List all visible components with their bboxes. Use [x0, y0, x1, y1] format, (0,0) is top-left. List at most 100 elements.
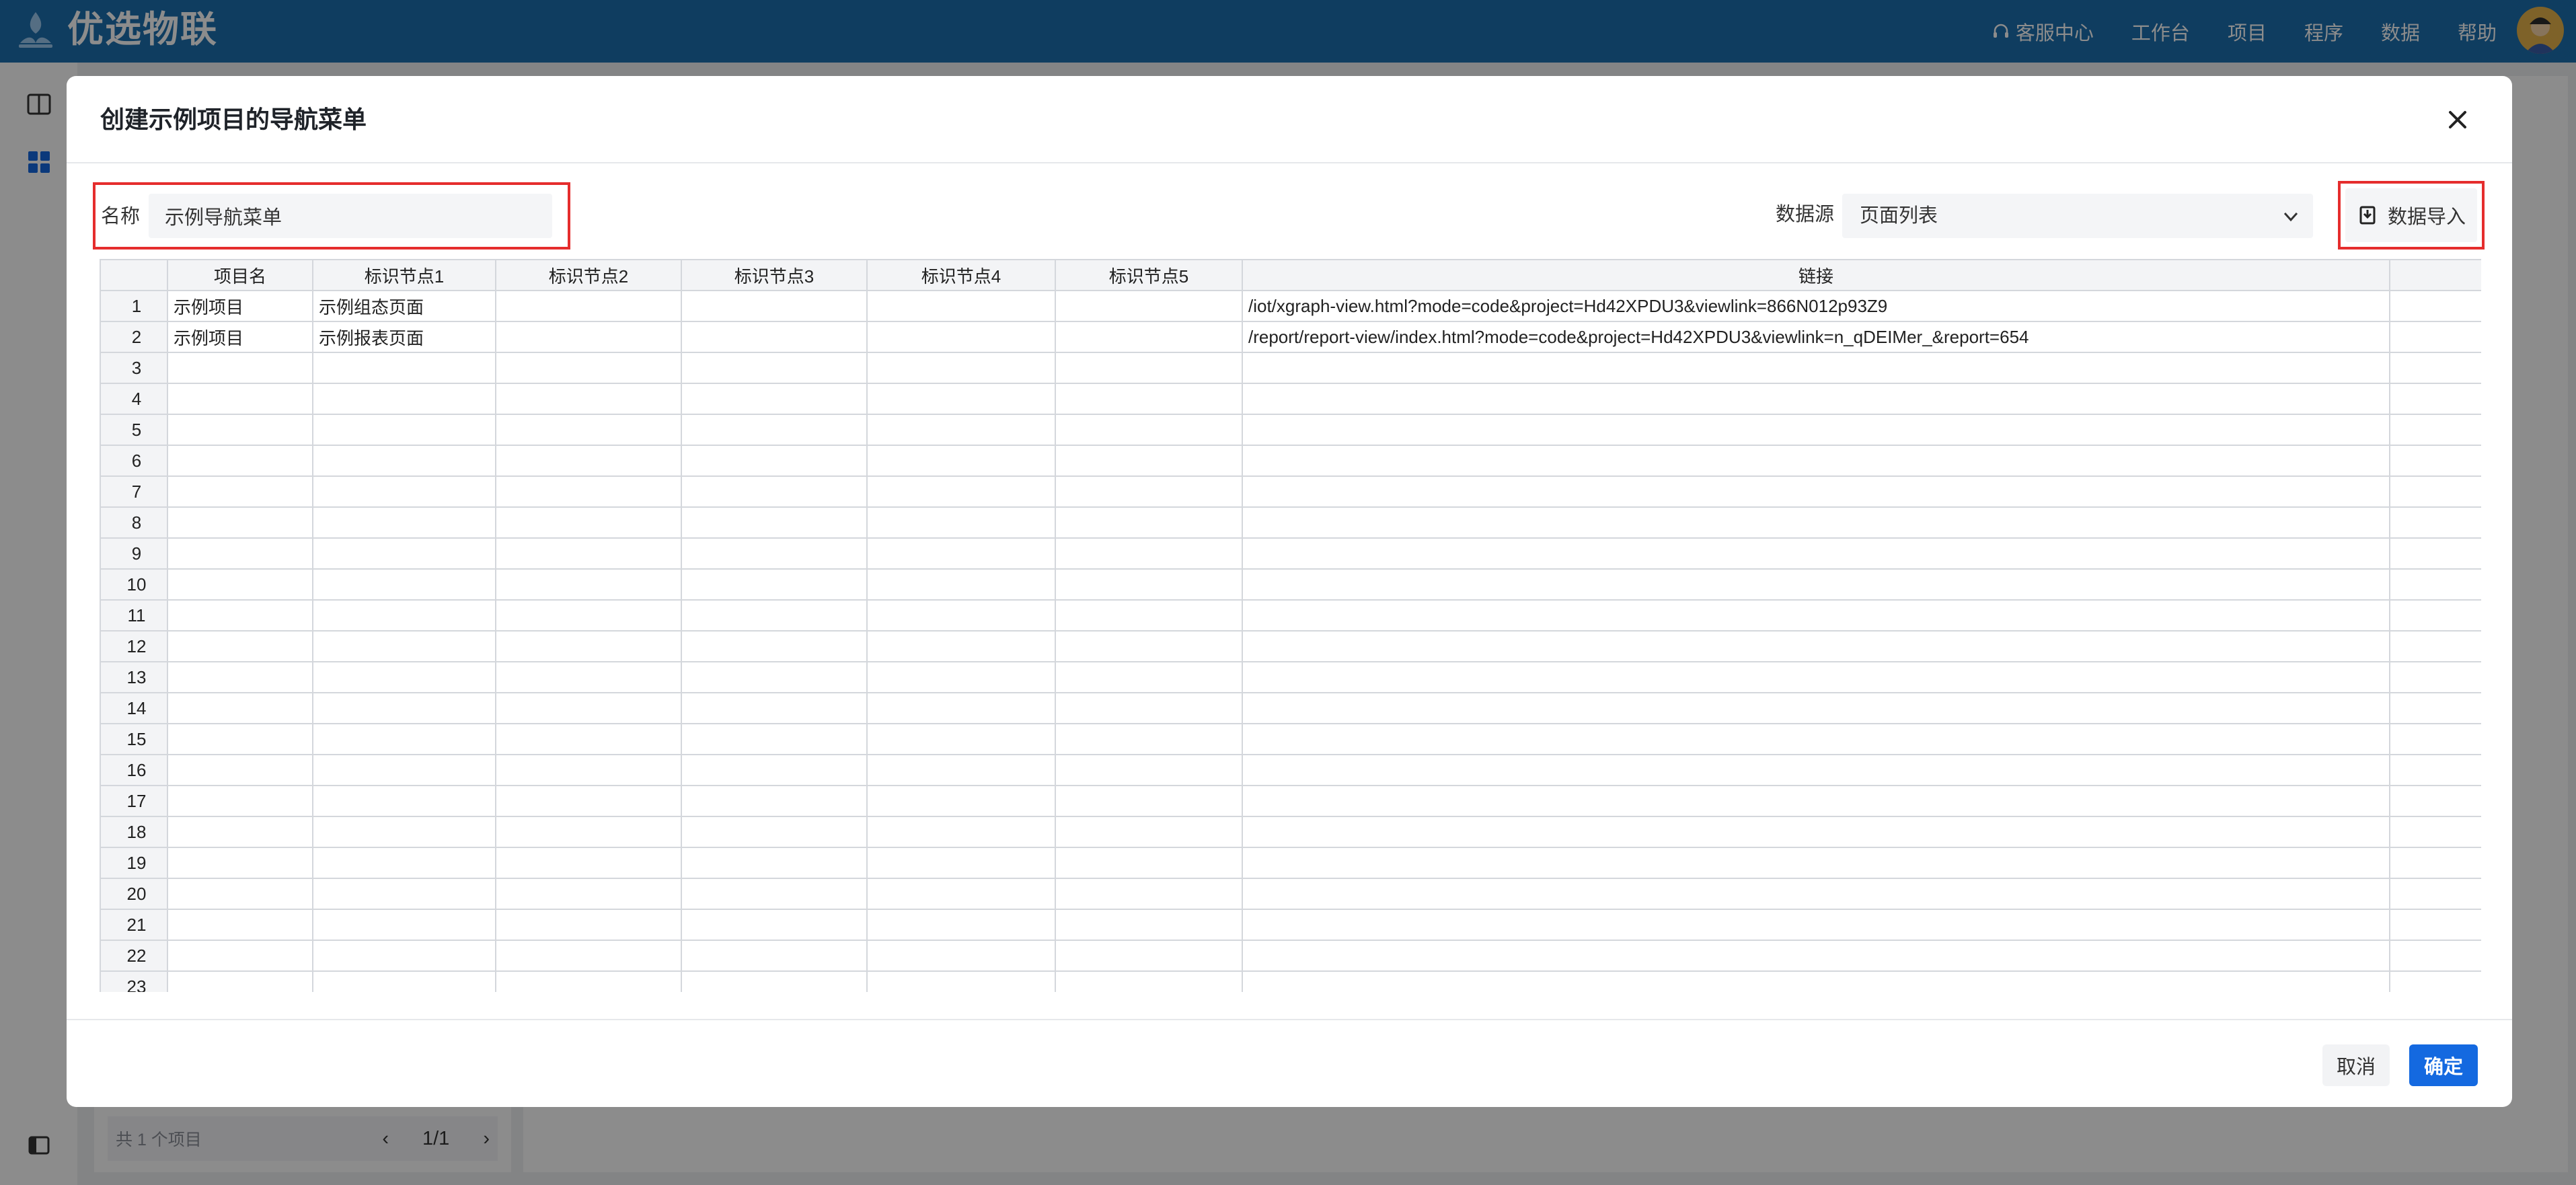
table-cell[interactable]: [1055, 847, 1243, 879]
column-header[interactable]: [2389, 259, 2481, 291]
column-header[interactable]: 项目名: [167, 259, 313, 291]
table-cell[interactable]: [2389, 506, 2481, 539]
table-cell[interactable]: [866, 290, 1056, 322]
table-cell[interactable]: [495, 445, 682, 477]
table-cell[interactable]: [1055, 321, 1243, 353]
table-cell[interactable]: [681, 785, 868, 817]
table-cell[interactable]: [1242, 785, 2390, 817]
table-cell[interactable]: [1242, 723, 2390, 755]
table-cell[interactable]: [866, 754, 1056, 786]
table-cell[interactable]: [2389, 723, 2481, 755]
table-cell[interactable]: [167, 506, 313, 539]
table-cell[interactable]: [1055, 568, 1243, 601]
table-cell[interactable]: [866, 940, 1056, 972]
table-cell[interactable]: [681, 847, 868, 879]
table-cell[interactable]: [681, 754, 868, 786]
table-cell[interactable]: [167, 475, 313, 508]
table-cell[interactable]: [681, 414, 868, 446]
table-cell[interactable]: [312, 630, 496, 662]
table-cell[interactable]: [1242, 692, 2390, 724]
table-cell[interactable]: [2389, 754, 2481, 786]
column-header[interactable]: 链接: [1242, 259, 2390, 291]
table-cell[interactable]: [1055, 878, 1243, 910]
table-cell[interactable]: [167, 692, 313, 724]
table-cell[interactable]: [495, 599, 682, 632]
table-cell[interactable]: [495, 816, 682, 848]
table-cell[interactable]: [1242, 414, 2390, 446]
table-cell[interactable]: [1242, 383, 2390, 415]
table-cell[interactable]: [312, 816, 496, 848]
table-cell[interactable]: [681, 383, 868, 415]
table-cell[interactable]: [495, 970, 682, 992]
table-cell[interactable]: [681, 537, 868, 570]
table-cell[interactable]: 示例报表页面: [312, 321, 496, 353]
table-cell[interactable]: [167, 785, 313, 817]
data-import-button[interactable]: 数据导入: [2345, 188, 2477, 242]
table-cell[interactable]: [312, 785, 496, 817]
table-cell[interactable]: [1055, 909, 1243, 941]
table-cell[interactable]: [167, 352, 313, 384]
table-cell[interactable]: [312, 878, 496, 910]
table-cell[interactable]: [312, 847, 496, 879]
table-cell[interactable]: [2389, 940, 2481, 972]
table-cell[interactable]: [866, 506, 1056, 539]
table-cell[interactable]: [2389, 475, 2481, 508]
table-cell[interactable]: [866, 568, 1056, 601]
table-cell[interactable]: [866, 475, 1056, 508]
table-cell[interactable]: [681, 352, 868, 384]
table-cell[interactable]: [1055, 445, 1243, 477]
table-cell[interactable]: [495, 785, 682, 817]
table-cell[interactable]: [312, 661, 496, 693]
table-cell[interactable]: [312, 506, 496, 539]
table-cell[interactable]: [495, 909, 682, 941]
table-cell[interactable]: [2389, 599, 2481, 632]
table-cell[interactable]: [681, 940, 868, 972]
table-cell[interactable]: [1242, 599, 2390, 632]
table-cell[interactable]: [866, 321, 1056, 353]
table-cell[interactable]: /report/report-view/index.html?mode=code…: [1242, 321, 2390, 353]
table-cell[interactable]: [866, 878, 1056, 910]
table-cell[interactable]: /iot/xgraph-view.html?mode=code&project=…: [1242, 290, 2390, 322]
table-cell[interactable]: [2389, 785, 2481, 817]
table-cell[interactable]: [167, 568, 313, 601]
table-cell[interactable]: [2389, 290, 2481, 322]
table-cell[interactable]: [167, 661, 313, 693]
table-cell[interactable]: [2389, 630, 2481, 662]
table-cell[interactable]: [1242, 940, 2390, 972]
table-cell[interactable]: [681, 970, 868, 992]
table-cell[interactable]: [312, 414, 496, 446]
close-icon[interactable]: [2442, 104, 2473, 135]
table-cell[interactable]: [681, 661, 868, 693]
table-cell[interactable]: [1055, 506, 1243, 539]
table-cell[interactable]: [167, 445, 313, 477]
table-cell[interactable]: [495, 878, 682, 910]
table-cell[interactable]: [1055, 816, 1243, 848]
table-cell[interactable]: [495, 383, 682, 415]
table-cell[interactable]: [2389, 414, 2481, 446]
table-cell[interactable]: [866, 661, 1056, 693]
table-cell[interactable]: [2389, 383, 2481, 415]
table-cell[interactable]: 示例项目: [167, 321, 313, 353]
table-cell[interactable]: [866, 816, 1056, 848]
table-cell[interactable]: [1242, 630, 2390, 662]
table-cell[interactable]: [167, 847, 313, 879]
table-cell[interactable]: [1242, 816, 2390, 848]
table-cell[interactable]: [167, 414, 313, 446]
table-cell[interactable]: [495, 847, 682, 879]
table-cell[interactable]: [495, 537, 682, 570]
table-cell[interactable]: [2389, 568, 2481, 601]
datasource-select[interactable]: 页面列表: [1842, 194, 2313, 238]
table-cell[interactable]: [167, 599, 313, 632]
table-cell[interactable]: [866, 537, 1056, 570]
table-cell[interactable]: [2389, 847, 2481, 879]
table-cell[interactable]: [312, 723, 496, 755]
table-cell[interactable]: [495, 661, 682, 693]
table-cell[interactable]: [312, 383, 496, 415]
name-input[interactable]: [149, 194, 552, 238]
table-cell[interactable]: [167, 909, 313, 941]
table-cell[interactable]: [681, 321, 868, 353]
table-cell[interactable]: [495, 692, 682, 724]
table-cell[interactable]: [681, 290, 868, 322]
column-header[interactable]: 标识节点1: [312, 259, 496, 291]
table-cell[interactable]: [1055, 352, 1243, 384]
